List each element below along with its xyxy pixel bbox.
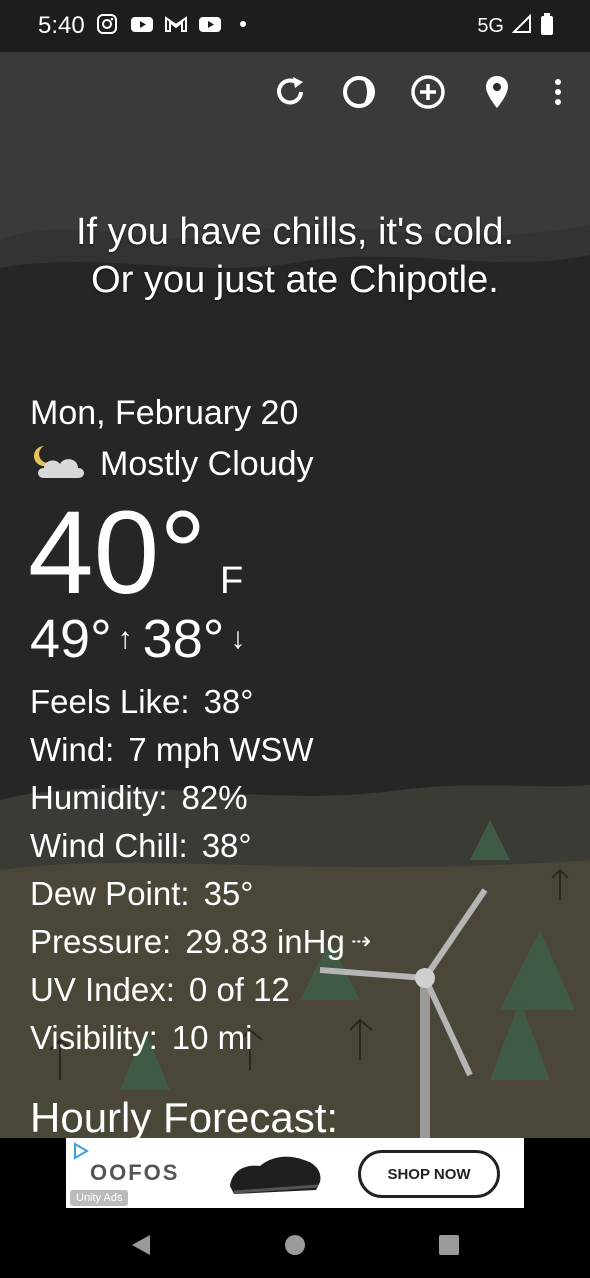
detail-wind-chill: Wind Chill: 38° (30, 822, 371, 870)
weather-quote: If you have chills, it's cold. Or you ju… (0, 208, 590, 304)
detail-value: 38° (201, 827, 252, 864)
detail-value: 38° (203, 683, 254, 720)
detail-label: Wind: (30, 731, 115, 768)
instagram-icon (96, 13, 118, 35)
detail-uv-index: UV Index: 0 of 12 (30, 966, 371, 1014)
battery-icon (540, 12, 554, 41)
radar-icon[interactable] (337, 70, 381, 114)
detail-visibility: Visibility: 10 mi (30, 1014, 371, 1062)
detail-feels-like: Feels Like: 38° (30, 678, 371, 726)
youtube-icon (130, 13, 153, 35)
more-options-icon[interactable] (536, 70, 580, 114)
dot-icon (232, 13, 254, 35)
detail-value: 29.83 inHg (185, 923, 345, 960)
forecast-date: Mon, February 20 (30, 394, 299, 432)
status-right: 5G (477, 12, 554, 41)
unity-ads-badge: Unity Ads (70, 1190, 129, 1206)
ad-brand: OOFOS (90, 1160, 180, 1185)
quote-line-1: If you have chills, it's cold. (75, 211, 515, 253)
detail-dew-point: Dew Point: 35° (30, 870, 371, 918)
quote-line-2: Or you just ate Chipotle. (91, 259, 499, 301)
detail-label: Wind Chill: (30, 827, 188, 864)
signal-icon (511, 13, 532, 39)
toolbar (0, 70, 590, 120)
detail-humidity: Humidity: 82% (30, 774, 371, 822)
detail-pressure: Pressure: 29.83 inHg ⇢ (30, 918, 371, 966)
high-temp: 49° (30, 609, 112, 669)
detail-value: 35° (203, 875, 254, 912)
back-icon[interactable] (126, 1230, 156, 1260)
arrow-up-icon: ↑ (117, 622, 133, 655)
youtube-icon (198, 13, 221, 35)
home-icon[interactable] (280, 1230, 310, 1260)
condition-text: Mostly Cloudy (100, 445, 314, 483)
network-label: 5G (477, 15, 504, 37)
status-time: 5:40 (38, 12, 85, 39)
partly-cloudy-night-icon (30, 442, 86, 487)
high-low-row: 49° ↑ 38° ↓ (30, 608, 255, 670)
detail-value: 10 mi (171, 1019, 253, 1056)
low-temp: 38° (142, 609, 225, 669)
ad-choices-icon[interactable] (72, 1142, 90, 1165)
detail-label: Feels Like: (30, 683, 190, 720)
add-location-icon[interactable] (406, 70, 450, 114)
detail-label: Humidity: (30, 779, 168, 816)
navigation-bar (0, 1210, 590, 1278)
current-temperature: 40° (28, 487, 207, 619)
recents-icon[interactable] (434, 1230, 464, 1260)
hourly-forecast-title: Hourly Forecast: (30, 1094, 339, 1138)
detail-label: Dew Point: (30, 875, 190, 912)
detail-label: UV Index: (30, 971, 175, 1008)
refresh-icon[interactable] (268, 70, 312, 114)
arrow-down-icon: ↓ (230, 622, 246, 655)
detail-value: 7 mph WSW (128, 731, 314, 768)
weather-details: Feels Like: 38° Wind: 7 mph WSW Humidity… (30, 678, 371, 1062)
ad-bar: OOFOS SHOP NOW Unity Ads (0, 1138, 590, 1210)
shop-now-button[interactable]: SHOP NOW (358, 1150, 500, 1198)
condition-row: Mostly Cloudy (30, 442, 314, 487)
detail-label: Pressure: (30, 923, 172, 960)
detail-label: Visibility: (30, 1019, 158, 1056)
location-pin-icon[interactable] (475, 70, 519, 114)
notification-icons (96, 13, 254, 35)
detail-value: 0 of 12 (188, 971, 290, 1008)
detail-value: 82% (181, 779, 248, 816)
ad-banner[interactable]: OOFOS SHOP NOW Unity Ads (66, 1138, 524, 1208)
status-bar: 5:40 5G (0, 0, 590, 52)
pressure-trend-arrow-icon: ⇢ (350, 928, 371, 955)
shoe-image (226, 1146, 326, 1203)
gmail-icon (164, 13, 187, 35)
temperature-unit: F (220, 560, 244, 602)
detail-wind: Wind: 7 mph WSW (30, 726, 371, 774)
